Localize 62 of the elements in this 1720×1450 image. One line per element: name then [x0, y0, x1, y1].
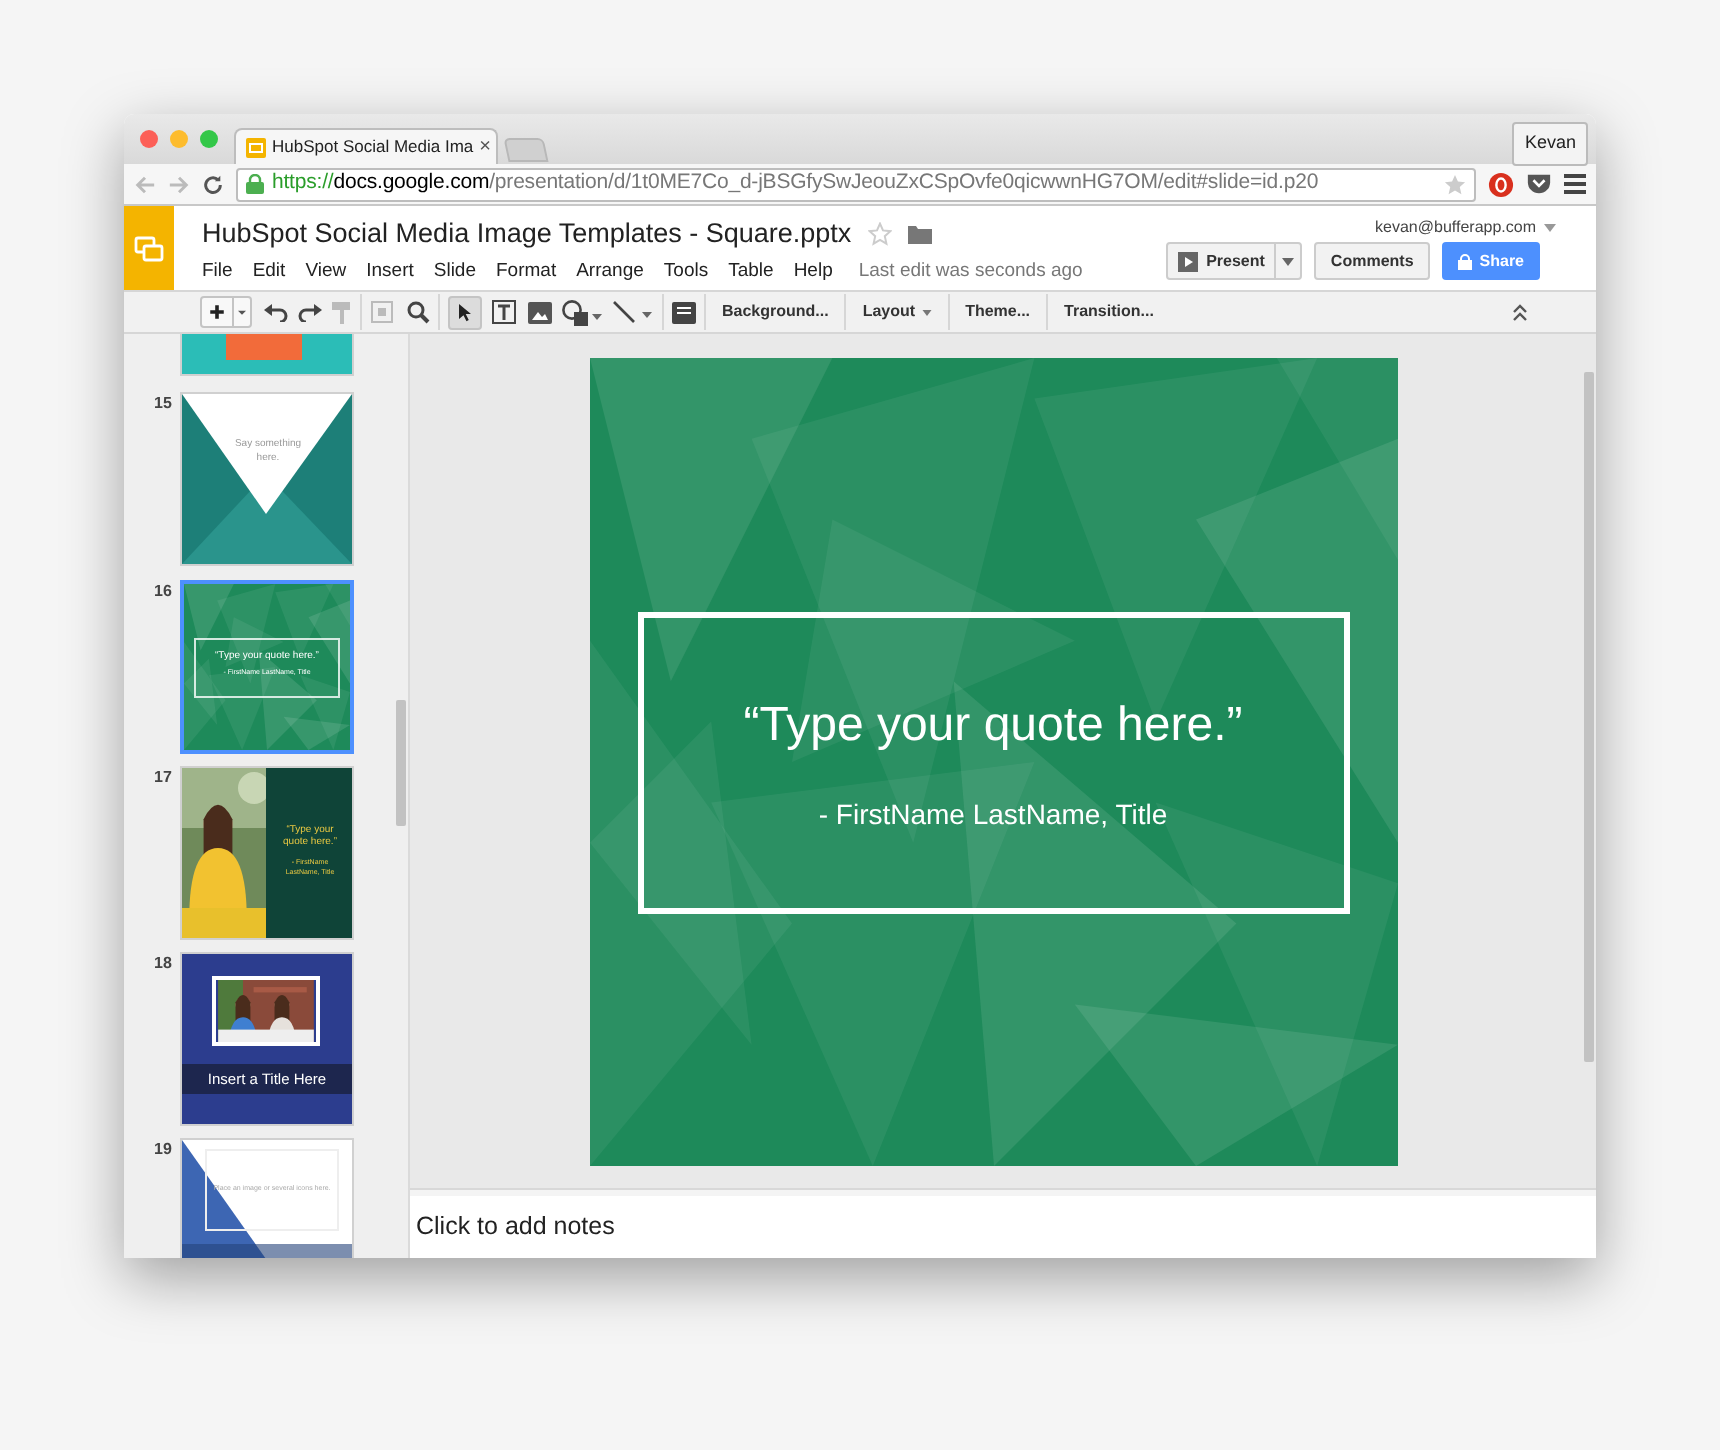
folder-icon[interactable] — [907, 224, 932, 245]
undo-icon[interactable] — [264, 302, 288, 322]
scrollbar-thumb[interactable] — [1584, 372, 1594, 1062]
line-icon[interactable] — [612, 300, 654, 324]
attribution-text[interactable]: - FirstName LastName, Title — [818, 794, 1168, 836]
menu-item[interactable]: Edit — [252, 258, 286, 287]
text-box-icon[interactable] — [492, 300, 516, 324]
play-icon — [1178, 251, 1199, 271]
caret-icon[interactable] — [1544, 224, 1556, 232]
menu-item[interactable]: Help — [793, 258, 833, 287]
redo-icon[interactable] — [298, 302, 322, 322]
slide-number: 19 — [154, 1138, 172, 1162]
cursor-icon[interactable] — [448, 295, 482, 329]
scrollbar-thumb[interactable] — [396, 700, 406, 826]
lock-icon — [1457, 253, 1472, 269]
shape-icon[interactable] — [562, 299, 602, 325]
reload-icon[interactable] — [202, 173, 224, 195]
document-title[interactable]: HubSpot Social Media Image Templates - Square.pptx — [202, 214, 852, 255]
toolbar-button[interactable]: Background... — [714, 300, 837, 324]
toolbar-button[interactable]: Layout — [854, 300, 940, 324]
star-icon[interactable] — [1444, 173, 1466, 195]
menu-item[interactable]: Insert — [366, 258, 414, 287]
toolbar-button[interactable]: Theme... — [957, 300, 1039, 324]
address-field[interactable]: https://docs.google.com/presentation/d/1t0ME7Co_d-jBSGfySwJeouZxCSpOvfe0qicwwnHG7OM/edit#slide=id.p20 — [236, 167, 1476, 201]
caret-icon[interactable] — [232, 298, 250, 326]
image-icon[interactable] — [528, 301, 552, 323]
slide-number: 17 — [154, 766, 172, 790]
text-frame[interactable]: “Type your quote here.” - FirstName LastName, Title — [637, 612, 1349, 914]
quote-text[interactable]: “Type your quote here.” — [743, 690, 1243, 762]
menu-item[interactable]: View — [305, 258, 347, 287]
menu-item[interactable]: Arrange — [576, 258, 644, 287]
collapse-icon[interactable] — [1512, 302, 1528, 322]
slide-number: 18 — [154, 952, 172, 976]
url-text: https://docs.google.com/presentation/d/1t0ME7Co_d-jBSGfySwJeouZxCSpOvfe0qicwwnHG7OM/edit#slide=id.p20 — [272, 168, 1321, 199]
last-edit-link[interactable]: Last edit was seconds ago — [858, 258, 1083, 287]
profile-button[interactable]: Kevan — [1512, 122, 1588, 165]
browser-tab[interactable]: HubSpot Social Media Ima × — [234, 128, 498, 164]
caret-icon — [921, 309, 932, 315]
lock-icon — [246, 174, 264, 194]
close-icon[interactable]: × — [479, 137, 491, 157]
menu-item[interactable]: Slide — [433, 258, 476, 287]
menu-item[interactable]: Format — [496, 258, 557, 287]
notes-field[interactable]: Click to add notes — [410, 1196, 1596, 1258]
slides-icon — [134, 235, 164, 261]
menu-item[interactable]: File — [202, 258, 233, 287]
zoom-icon[interactable] — [406, 300, 430, 324]
caret-icon — [1282, 257, 1295, 265]
pocket-icon[interactable] — [1526, 172, 1552, 196]
star-icon[interactable] — [867, 222, 892, 247]
slide-number: 15 — [154, 392, 172, 416]
comment-icon[interactable] — [672, 301, 696, 323]
tab-title: HubSpot Social Media Ima — [272, 134, 474, 160]
slides-icon — [246, 137, 266, 157]
slide-canvas[interactable]: “Type your quote here.” - FirstName LastName, Title — [589, 358, 1397, 1166]
slide-number: 16 — [154, 580, 172, 604]
menu-item[interactable]: Table — [728, 258, 774, 287]
menu-icon[interactable] — [1564, 174, 1586, 194]
menu-item[interactable]: Tools — [663, 258, 709, 287]
comments-button[interactable]: Comments — [1314, 242, 1430, 280]
account-name[interactable]: kevan@bufferapp.com — [1375, 216, 1536, 240]
toolbar-button[interactable]: Transition... — [1056, 300, 1162, 324]
shield-icon[interactable] — [1488, 171, 1514, 197]
